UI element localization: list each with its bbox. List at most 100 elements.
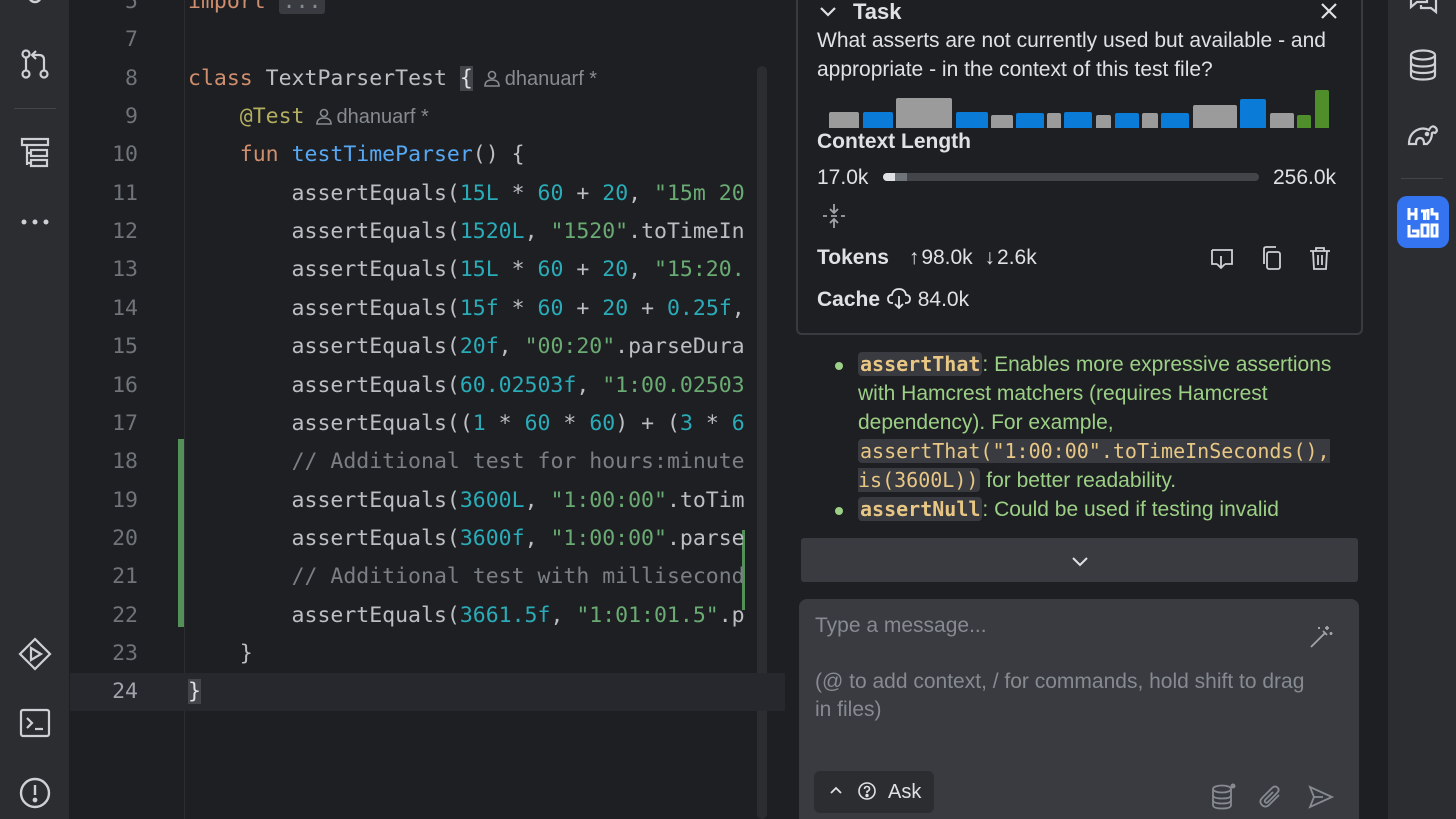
code-line[interactable]: 21 // Additional test with millisecond bbox=[70, 558, 785, 596]
code-text[interactable]: assertEquals(15L * 60 + 20, "15:20. bbox=[188, 251, 745, 289]
line-number[interactable]: 11 bbox=[70, 175, 138, 213]
inline-code: assertThat bbox=[860, 352, 981, 376]
code-line[interactable]: 8 class TextParserTest {dhanuarf * bbox=[70, 60, 785, 98]
code-line[interactable]: 23 } bbox=[70, 635, 785, 673]
code-text[interactable]: assertEquals(15f * 60 + 20 + 0.25f, bbox=[188, 290, 745, 328]
code-text[interactable]: assertEquals((1 * 60 * 60) + (3 * 6 bbox=[188, 405, 745, 443]
line-number[interactable]: 9 bbox=[70, 98, 138, 136]
code-line[interactable]: 16 assertEquals(60.02503f, "1:00.02503 bbox=[70, 367, 785, 405]
code-line[interactable]: 7 bbox=[70, 21, 785, 59]
magic-wand-icon[interactable] bbox=[1307, 623, 1335, 651]
gradle-icon[interactable] bbox=[1405, 118, 1441, 154]
code-line[interactable]: 11 assertEquals(15L * 60 + 20, "15m 20 bbox=[70, 175, 785, 213]
code-line[interactable]: 12 assertEquals(1520L, "1520".toTimeIn bbox=[70, 213, 785, 251]
structure-icon[interactable] bbox=[17, 135, 53, 171]
line-number[interactable]: 18 bbox=[70, 443, 138, 481]
code-text[interactable]: assertEquals(3600f, "1:00:00".parse bbox=[188, 520, 745, 558]
message-placeholder: Type a message... bbox=[815, 614, 987, 637]
folded-imports[interactable]: ... bbox=[278, 0, 326, 14]
cache-row: Cache 84.0k bbox=[817, 286, 969, 314]
delete-icon[interactable] bbox=[1306, 244, 1334, 272]
context-usage-bar bbox=[1315, 90, 1329, 128]
database-icon[interactable] bbox=[1209, 783, 1237, 811]
line-number[interactable]: 15 bbox=[70, 328, 138, 366]
task-card: Task What asserts are not currently used… bbox=[796, 0, 1363, 335]
line-number[interactable]: 24 bbox=[70, 673, 138, 711]
context-usage-bar bbox=[1297, 115, 1311, 128]
code-line[interactable]: 15 assertEquals(20f, "00:20".parseDura bbox=[70, 328, 785, 366]
code-text[interactable]: assertEquals(3600L, "1:00:00".toTim bbox=[188, 482, 745, 520]
git-pull-request-icon[interactable] bbox=[17, 46, 53, 82]
ai-assistant-panel: Task What asserts are not currently used… bbox=[785, 0, 1387, 819]
code-text[interactable]: assertEquals(15L * 60 + 20, "15m 20 bbox=[188, 175, 745, 213]
more-icon[interactable] bbox=[17, 204, 53, 240]
line-number[interactable]: 14 bbox=[70, 290, 138, 328]
code-line[interactable]: 18 // Additional test for hours:minute bbox=[70, 443, 785, 481]
ai-assistant-icon bbox=[1407, 208, 1439, 238]
code-line[interactable]: 9 @Test dhanuarf * bbox=[70, 98, 785, 136]
task-question: What asserts are not currently used but … bbox=[817, 29, 1326, 81]
line-number[interactable]: 8 bbox=[70, 60, 138, 98]
export-icon[interactable] bbox=[1208, 244, 1236, 272]
code-text[interactable]: class TextParserTest {dhanuarf * bbox=[188, 60, 597, 98]
line-number[interactable]: 12 bbox=[70, 213, 138, 251]
author-hint[interactable]: dhanuarf * bbox=[315, 106, 429, 128]
line-number[interactable]: 16 bbox=[70, 367, 138, 405]
code-text[interactable]: // Additional test for hours:minute bbox=[188, 443, 745, 481]
code-line[interactable]: 20 assertEquals(3600f, "1:00:00".parse bbox=[70, 520, 785, 558]
line-number[interactable]: 22 bbox=[70, 597, 138, 635]
problems-icon[interactable] bbox=[17, 775, 53, 811]
code-editor[interactable]: 5 import ... 7 8 class TextParserTest {dhanu… bbox=[70, 0, 785, 819]
line-number[interactable]: 13 bbox=[70, 251, 138, 289]
code-line[interactable]: 13 assertEquals(15L * 60 + 20, "15:20. bbox=[70, 251, 785, 289]
project-icon[interactable] bbox=[17, 0, 53, 18]
message-input[interactable]: Type a message... (@ to add context, / f… bbox=[799, 599, 1359, 819]
author-hint[interactable]: dhanuarf * bbox=[483, 68, 597, 90]
code-line[interactable]: 10 fun testTimeParser() { bbox=[70, 136, 785, 174]
code-text[interactable]: fun testTimeParser() { bbox=[188, 136, 525, 174]
line-number[interactable]: 23 bbox=[70, 635, 138, 673]
line-number[interactable]: 7 bbox=[70, 21, 138, 59]
scroll-to-bottom-button[interactable] bbox=[801, 538, 1358, 582]
database-icon[interactable] bbox=[1405, 47, 1441, 83]
line-number[interactable]: 19 bbox=[70, 482, 138, 520]
code-text[interactable]: assertEquals(20f, "00:20".parseDura bbox=[188, 328, 745, 366]
line-number[interactable]: 20 bbox=[70, 520, 138, 558]
code-line[interactable]: 19 assertEquals(3600L, "1:00:00".toTim bbox=[70, 482, 785, 520]
terminal-icon[interactable] bbox=[17, 705, 53, 741]
code-text[interactable]: import ... bbox=[188, 0, 326, 21]
code-line[interactable]: 5 import ... bbox=[70, 0, 785, 21]
code-text[interactable]: assertEquals(60.02503f, "1:00.02503 bbox=[188, 367, 745, 405]
context-usage-bar bbox=[896, 98, 952, 128]
line-number[interactable]: 5 bbox=[70, 0, 138, 21]
context-usage-bar bbox=[1096, 115, 1111, 128]
context-progress-secondary bbox=[895, 173, 907, 181]
line-number[interactable]: 10 bbox=[70, 136, 138, 174]
tokens-label: Tokens bbox=[817, 246, 889, 269]
ai-chat-icon[interactable] bbox=[1405, 0, 1441, 20]
code-text[interactable]: // Additional test with millisecond bbox=[188, 558, 745, 596]
context-used-value: 17.0k bbox=[817, 166, 869, 189]
line-number[interactable]: 21 bbox=[70, 558, 138, 596]
code-text[interactable]: @Test dhanuarf * bbox=[188, 98, 429, 136]
code-text[interactable]: assertEquals(3661.5f, "1:01:01.5".p bbox=[188, 597, 745, 635]
code-text[interactable]: } bbox=[188, 673, 201, 711]
code-text[interactable]: assertEquals(1520L, "1520".toTimeIn bbox=[188, 213, 745, 251]
ai-assistant-toggle[interactable] bbox=[1397, 196, 1449, 248]
line-number[interactable]: 17 bbox=[70, 405, 138, 443]
compress-icon[interactable] bbox=[820, 202, 848, 230]
code-line[interactable]: 22 assertEquals(3661.5f, "1:01:01.5".p bbox=[70, 597, 785, 635]
code-line[interactable]: 14 assertEquals(15f * 60 + 20 + 0.25f, bbox=[70, 290, 785, 328]
run-icon[interactable] bbox=[17, 636, 53, 672]
code-line[interactable]: 17 assertEquals((1 * 60 * 60) + (3 * 6 bbox=[70, 405, 785, 443]
inline-code: assertNull bbox=[860, 497, 981, 521]
code-line[interactable]: 24} bbox=[70, 673, 785, 712]
send-icon[interactable] bbox=[1307, 783, 1335, 811]
code-text[interactable]: } bbox=[188, 635, 253, 673]
mode-selector-button[interactable]: Ask bbox=[814, 771, 934, 813]
close-icon[interactable] bbox=[1318, 0, 1340, 22]
attach-icon[interactable] bbox=[1257, 783, 1285, 811]
chevron-down-icon[interactable] bbox=[818, 2, 838, 22]
left-tool-strip bbox=[0, 0, 70, 819]
copy-icon[interactable] bbox=[1258, 244, 1286, 272]
